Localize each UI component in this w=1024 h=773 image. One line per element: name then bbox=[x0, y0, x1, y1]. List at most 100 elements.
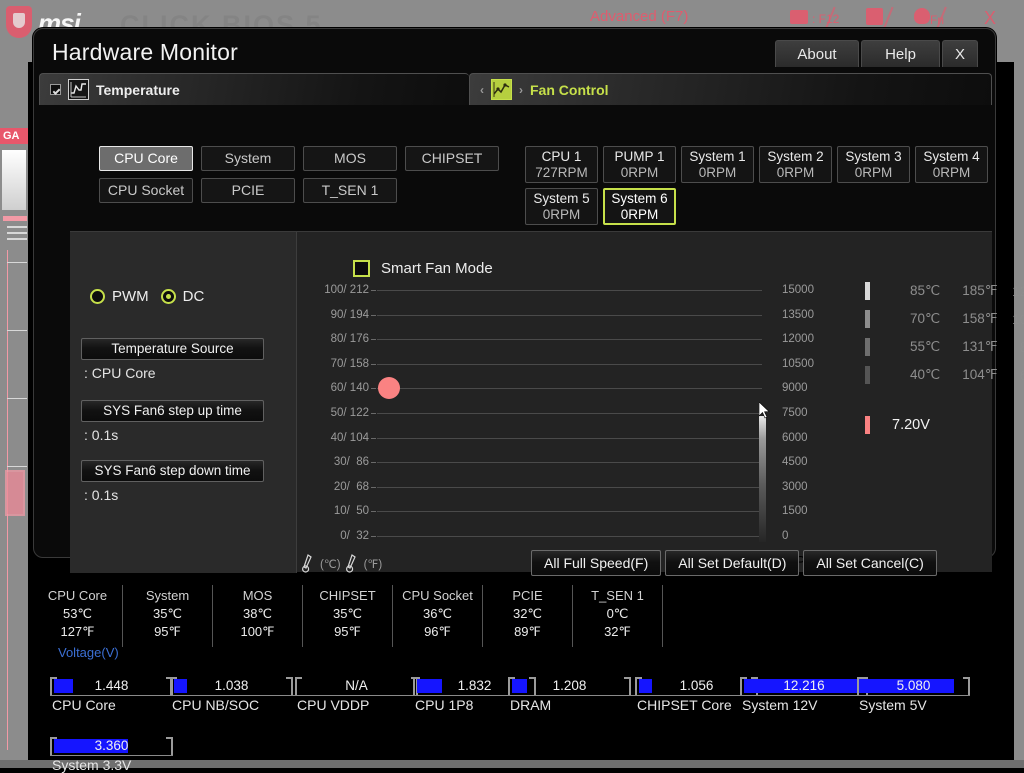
setting-temperature-source-button[interactable]: Temperature Source bbox=[81, 338, 264, 360]
fan-name: System 3 bbox=[845, 149, 901, 165]
temperature-readout-cell: MOS38℃100℉ bbox=[213, 585, 303, 647]
y-axis-tick-mark bbox=[371, 339, 376, 340]
legend-voltage: 6.00V bbox=[998, 368, 1024, 383]
setting-step-up-time-button[interactable]: SYS Fan6 step up time bbox=[81, 400, 264, 422]
temperature-fahrenheit: 100℉ bbox=[213, 623, 302, 641]
chart-gridline bbox=[377, 413, 762, 414]
temperature-name: CPU Socket bbox=[393, 587, 482, 605]
y-axis-rpm-tick: 0 bbox=[782, 530, 832, 542]
thermometer-icon bbox=[302, 554, 315, 573]
bios-divider bbox=[7, 398, 27, 399]
all-set-cancel-button[interactable]: All Set Cancel(C) bbox=[803, 550, 936, 576]
tab-temperature[interactable]: Temperature bbox=[39, 73, 469, 105]
fn-key-icon[interactable] bbox=[914, 8, 930, 24]
chart-gridline bbox=[377, 536, 762, 537]
legend-row: 70℃ 158℉ 10.80V bbox=[865, 305, 1024, 333]
fan-button-cpu-1[interactable]: CPU 1 727RPM bbox=[525, 146, 598, 183]
temperature-fahrenheit: 32℉ bbox=[573, 623, 662, 641]
chart-line-icon bbox=[68, 79, 89, 100]
screenshot-icon[interactable] bbox=[790, 10, 808, 24]
radio-dc[interactable]: DC bbox=[161, 288, 205, 305]
setting-temperature-source-value: : CPU Core bbox=[81, 365, 264, 381]
bios-divider bbox=[7, 466, 27, 467]
fan-selection-buttons: CPU 1 727RPM PUMP 1 0RPM System 1 0RPM S… bbox=[525, 146, 995, 230]
celsius-unit-label: (℃) bbox=[320, 557, 341, 571]
legend-celsius: 55℃ bbox=[892, 339, 940, 355]
chevron-right-icon[interactable]: › bbox=[519, 83, 523, 97]
y-axis-rpm-tick: 1500 bbox=[782, 505, 832, 517]
bios-accent-line bbox=[3, 216, 27, 221]
y-axis-temperature-tick: 80/ 176 bbox=[305, 333, 369, 345]
f12-label: : F12 bbox=[812, 12, 839, 26]
source-button-cpu-socket[interactable]: CPU Socket bbox=[99, 178, 193, 203]
fan-button-pump-1[interactable]: PUMP 1 0RPM bbox=[603, 146, 676, 183]
about-button[interactable]: About bbox=[775, 40, 859, 67]
fan-settings-pane: PWM DC Temperature Source : CPU Core SYS… bbox=[70, 232, 297, 573]
fan-button-system-1[interactable]: System 1 0RPM bbox=[681, 146, 754, 183]
legend-celsius: 40℃ bbox=[892, 367, 940, 383]
source-button-chipset[interactable]: CHIPSET bbox=[405, 146, 499, 171]
fan-button-system-6[interactable]: System 6 0RPM bbox=[603, 188, 676, 225]
legend-fahrenheit: 158℉ bbox=[940, 311, 997, 327]
chart-gridline bbox=[377, 339, 762, 340]
help-icon[interactable] bbox=[866, 8, 883, 25]
fan-curve-legend: 85℃ 185℉ 12.00V 70℃ 158℉ 10.80V 55℃ 131℉… bbox=[865, 277, 1024, 439]
voltage-gauge: 1.038 bbox=[170, 677, 293, 695]
help-button[interactable]: Help bbox=[861, 40, 940, 67]
smart-fan-mode-checkbox[interactable]: Smart Fan Mode bbox=[353, 260, 493, 277]
fan-button-system-5[interactable]: System 5 0RPM bbox=[525, 188, 598, 225]
tab-fan-control[interactable]: ‹ › Fan Control bbox=[469, 73, 992, 105]
chart-line-green-icon bbox=[491, 79, 512, 100]
source-button-system[interactable]: System bbox=[201, 146, 295, 171]
legend-active-voltage: 7.20V bbox=[892, 417, 930, 433]
legend-active-swatch bbox=[865, 416, 870, 434]
fan-mode-radio-group: PWM DC bbox=[90, 288, 204, 305]
all-set-default-button[interactable]: All Set Default(D) bbox=[665, 550, 799, 576]
y-axis-temperature-tick: 0/ 32 bbox=[305, 530, 369, 542]
voltage-gauge: 5.080 bbox=[857, 677, 970, 695]
fan-name: PUMP 1 bbox=[614, 149, 664, 165]
chevron-left-icon[interactable]: ‹ bbox=[480, 83, 484, 97]
smart-fan-mode-label: Smart Fan Mode bbox=[381, 260, 493, 277]
bios-selected-item[interactable] bbox=[5, 470, 25, 516]
temperature-celsius: 38℃ bbox=[213, 605, 302, 623]
close-x-icon[interactable]: X bbox=[984, 8, 996, 29]
y-axis-temperature-tick: 70/ 158 bbox=[305, 358, 369, 370]
thermometer-icon bbox=[346, 554, 359, 573]
bios-white-panel bbox=[2, 150, 26, 210]
legend-active-row: 7.20V bbox=[865, 411, 1024, 439]
setting-step-up-time: SYS Fan6 step up time : 0.1s bbox=[81, 400, 264, 443]
y-axis-tick-mark bbox=[371, 290, 376, 291]
fan-button-system-4[interactable]: System 4 0RPM bbox=[915, 146, 988, 183]
y-axis-tick-mark bbox=[371, 487, 376, 488]
source-button-t-sen-1[interactable]: T_SEN 1 bbox=[303, 178, 397, 203]
chart-gridline bbox=[377, 364, 762, 365]
source-button-pcie[interactable]: PCIE bbox=[201, 178, 295, 203]
source-button-mos[interactable]: MOS bbox=[303, 146, 397, 171]
temperature-celsius: 53℃ bbox=[33, 605, 122, 623]
source-button-cpu-core[interactable]: CPU Core bbox=[99, 146, 193, 171]
setting-step-down-time-button[interactable]: SYS Fan6 step down time bbox=[81, 460, 264, 482]
game-boost-tag[interactable]: GA bbox=[0, 128, 28, 144]
fan-button-system-3[interactable]: System 3 0RPM bbox=[837, 146, 910, 183]
fan-name: CPU 1 bbox=[542, 149, 582, 165]
hardware-monitor-window: Hardware Monitor About Help X Temperatur… bbox=[33, 28, 996, 558]
rpm-slider-bar[interactable] bbox=[759, 416, 766, 542]
y-axis-temperature-tick: 20/ 68 bbox=[305, 481, 369, 493]
temperature-name: MOS bbox=[213, 587, 302, 605]
temperature-readout-cell: CPU Socket36℃96℉ bbox=[393, 585, 483, 647]
voltage-baseline bbox=[50, 695, 970, 696]
fan-curve-point[interactable] bbox=[378, 377, 400, 399]
legend-voltage: 12.00V bbox=[998, 284, 1024, 299]
radio-pwm[interactable]: PWM bbox=[90, 288, 149, 305]
voltage-gauge: N/A bbox=[295, 677, 418, 695]
fan-action-buttons: All Full Speed(F) All Set Default(D) All… bbox=[531, 550, 937, 576]
y-axis-tick-mark bbox=[371, 511, 376, 512]
advanced-mode-label[interactable]: Advanced (F7) bbox=[590, 8, 688, 25]
close-button[interactable]: X bbox=[942, 40, 978, 67]
fan-button-system-2[interactable]: System 2 0RPM bbox=[759, 146, 832, 183]
all-full-speed-button[interactable]: All Full Speed(F) bbox=[531, 550, 661, 576]
rpm-slider-cursor[interactable] bbox=[759, 402, 771, 420]
bios-divider bbox=[7, 226, 27, 228]
y-axis-rpm-tick: 13500 bbox=[782, 309, 832, 321]
